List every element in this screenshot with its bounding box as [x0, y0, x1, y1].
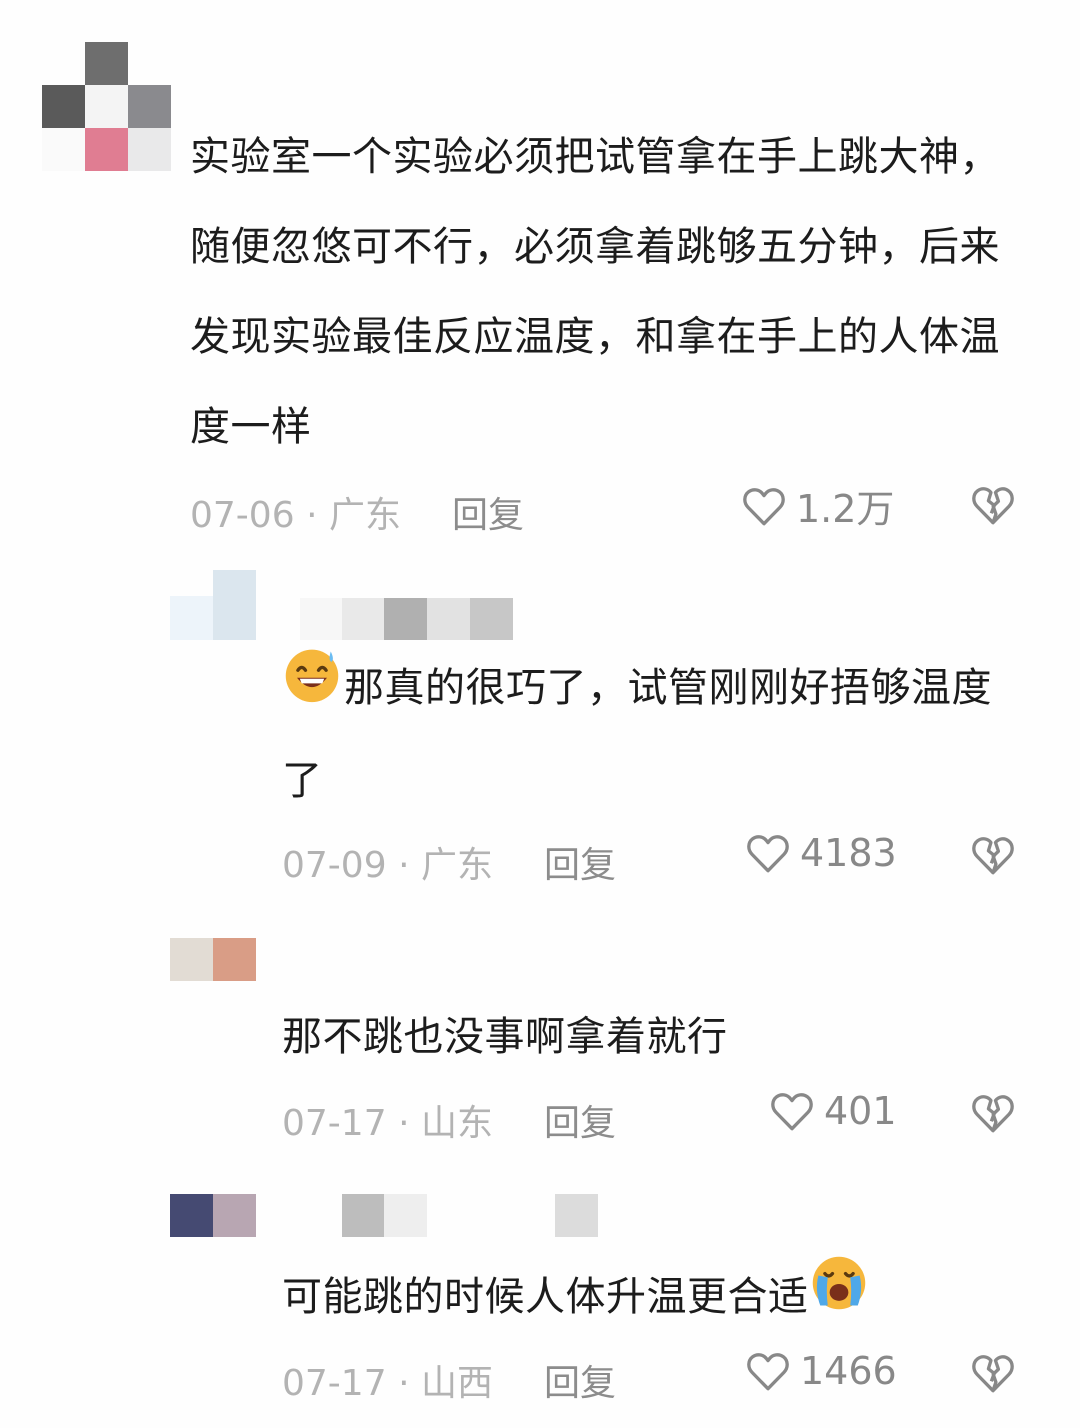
- meta-separator: ·: [398, 845, 410, 886]
- comment-meta: 07-09 · 广东: [282, 836, 493, 888]
- broken-heart-icon: [972, 1095, 1014, 1133]
- meta-separator: ·: [306, 495, 318, 536]
- broken-heart-icon: [972, 837, 1014, 875]
- comment-text: 那不跳也没事啊拿着就行: [282, 1014, 728, 1060]
- meta-separator: ·: [398, 1363, 410, 1404]
- like-button[interactable]: 1.2万: [738, 478, 894, 533]
- like-count: 4183: [800, 831, 897, 875]
- comment-date: 07-17: [282, 1363, 387, 1404]
- comment-date: 07-06: [190, 495, 295, 536]
- comment-meta: 07-17 · 山东: [282, 1094, 493, 1146]
- comment-text-body: 那真的很巧了，试管刚刚好捂够温度了: [282, 665, 992, 804]
- broken-heart-icon: [972, 487, 1014, 525]
- dislike-button[interactable]: [968, 1088, 1018, 1142]
- heart-outline-icon: [771, 1093, 813, 1131]
- comment-text: 可能跳的时候人体升温更合适: [282, 1252, 1062, 1345]
- avatar-2[interactable]: [170, 570, 256, 640]
- avatar-1[interactable]: [42, 42, 172, 172]
- comment-text: 那真的很巧了，试管刚刚好捂够温度了: [282, 643, 1027, 826]
- like-button[interactable]: 401: [766, 1086, 897, 1136]
- comment-date: 07-09: [282, 845, 387, 886]
- avatar-4[interactable]: [170, 1194, 256, 1237]
- dislike-button[interactable]: [968, 830, 1018, 884]
- like-count: 1466: [800, 1349, 897, 1393]
- heart-outline-icon: [747, 835, 789, 873]
- username-blurred: [300, 598, 514, 640]
- comment-meta: 07-06 · 广东: [190, 486, 401, 538]
- comment-location: 山西: [420, 1363, 493, 1404]
- heart-outline-icon: [747, 1353, 789, 1391]
- comment-text: 实验室一个实验必须把试管拿在手上跳大神，随便忽悠可不行，必须拿着跳够五分钟，后来…: [190, 134, 1000, 450]
- reply-button[interactable]: 回复: [544, 836, 616, 888]
- comment-location: 山东: [420, 1103, 493, 1144]
- comment-location: 广东: [328, 495, 401, 536]
- meta-separator: ·: [398, 1103, 410, 1144]
- like-count: 1.2万: [796, 487, 895, 531]
- reply-button[interactable]: 回复: [544, 1354, 616, 1406]
- dislike-button[interactable]: [968, 480, 1018, 534]
- dislike-button[interactable]: [968, 1348, 1018, 1402]
- loudly-crying-face-icon: [809, 1253, 869, 1345]
- heart-outline-icon: [743, 487, 785, 525]
- comment-date: 07-17: [282, 1103, 387, 1144]
- grinning-sweat-face-icon: [282, 644, 342, 736]
- reply-button[interactable]: 回复: [544, 1094, 616, 1146]
- like-count: 401: [824, 1089, 897, 1133]
- username-blurred: [342, 1194, 598, 1237]
- comment-meta: 07-17 · 山西: [282, 1354, 493, 1406]
- reply-button[interactable]: 回复: [452, 486, 524, 538]
- avatar-3[interactable]: [170, 938, 256, 981]
- like-button[interactable]: 1466: [742, 1346, 897, 1396]
- comment-text-body: 可能跳的时候人体升温更合适: [282, 1274, 809, 1320]
- broken-heart-icon: [972, 1355, 1014, 1393]
- like-button[interactable]: 4183: [742, 828, 897, 878]
- comment-location: 广东: [420, 845, 493, 886]
